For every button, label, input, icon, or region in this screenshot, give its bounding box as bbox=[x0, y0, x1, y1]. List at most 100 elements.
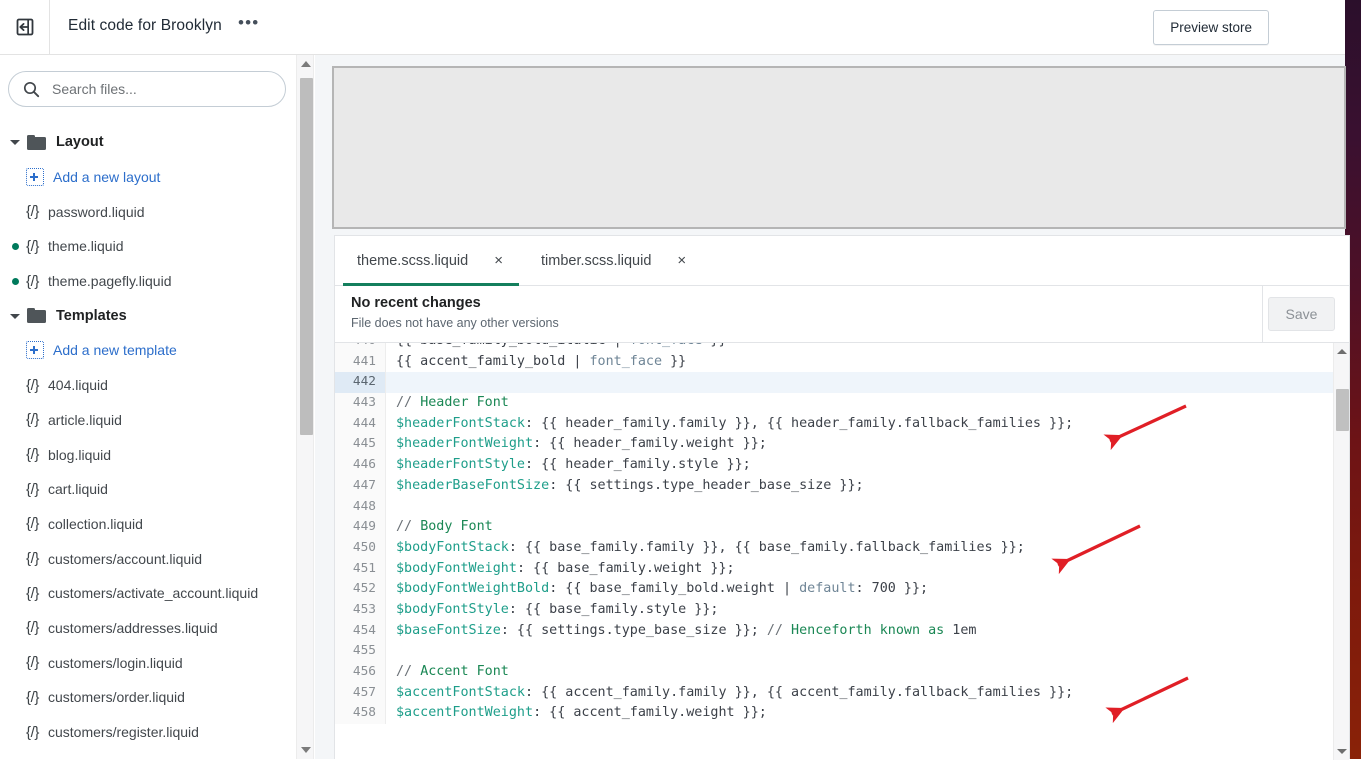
code-text: $accentFontStack: {{ accent_family.famil… bbox=[396, 684, 1074, 700]
save-divider bbox=[1262, 286, 1263, 343]
code-line[interactable]: 440{{ base_family_bold_italic | font_fac… bbox=[335, 343, 1349, 352]
folder-icon bbox=[27, 308, 46, 324]
code-line[interactable]: 453 $bodyFontStyle: {{ base_family.style … bbox=[335, 599, 1349, 621]
search-icon bbox=[23, 81, 40, 97]
save-button[interactable]: Save bbox=[1268, 297, 1335, 331]
liquid-file-icon: {/} bbox=[26, 515, 39, 533]
code-line[interactable]: 447 $headerBaseFontSize: {{ settings.type… bbox=[335, 475, 1349, 497]
liquid-file-icon: {/} bbox=[26, 203, 39, 221]
code-line[interactable]: 458 $accentFontWeight: {{ accent_family.w… bbox=[335, 703, 1349, 725]
code-line[interactable]: 443 // Header Font bbox=[335, 393, 1349, 414]
editor-scroll-down-arrow-icon[interactable] bbox=[1337, 749, 1347, 754]
more-actions-button[interactable]: ••• bbox=[238, 13, 259, 33]
code-line[interactable]: 444 $headerFontStack: {{ header_family.fa… bbox=[335, 413, 1349, 435]
file-item[interactable]: {/} customers/register.liquid bbox=[0, 715, 295, 750]
code-text: $headerFontStack: {{ header_family.famil… bbox=[396, 415, 1074, 431]
liquid-file-icon: {/} bbox=[26, 446, 39, 464]
code-text: {{ base_family_bold_italic | font_face }… bbox=[386, 343, 727, 352]
code-text: $headerFontWeight: {{ header_family.weig… bbox=[396, 436, 767, 452]
line-number: 440 bbox=[335, 343, 386, 352]
code-line[interactable]: 448 bbox=[335, 496, 1349, 518]
file-item[interactable]: {/} password.liquid bbox=[0, 194, 295, 229]
line-number: 458 bbox=[335, 703, 386, 725]
code-line[interactable]: 451 $bodyFontWeight: {{ base_family.weigh… bbox=[335, 558, 1349, 580]
line-number: 454 bbox=[335, 620, 386, 642]
code-area[interactable]: 440{{ base_family_bold_italic | font_fac… bbox=[335, 343, 1349, 760]
line-number: 457 bbox=[335, 682, 386, 704]
file-item[interactable]: {/} collection.liquid bbox=[0, 507, 295, 542]
modified-dot-icon bbox=[12, 242, 19, 250]
file-item[interactable]: {/} article.liquid bbox=[0, 403, 295, 438]
changes-title: No recent changes bbox=[351, 295, 481, 311]
liquid-file-icon: {/} bbox=[26, 376, 39, 394]
file-item[interactable]: {/} customers/order.liquid bbox=[0, 680, 295, 715]
editor-scrollbar[interactable] bbox=[1333, 343, 1349, 760]
line-number: 446 bbox=[335, 455, 386, 476]
recent-changes-bar: No recent changes File does not have any… bbox=[335, 286, 1349, 343]
file-name: customers/register.liquid bbox=[48, 724, 199, 741]
search-input[interactable] bbox=[50, 80, 250, 98]
editor-tab[interactable]: timber.scss.liquid × bbox=[519, 236, 702, 285]
main-panel: theme.scss.liquid × timber.scss.liquid × No… bbox=[315, 55, 1350, 760]
file-item[interactable]: {/} 404.liquid bbox=[0, 368, 295, 403]
code-text: $bodyFontWeight: {{ base_family.weight }… bbox=[396, 560, 735, 576]
file-item[interactable]: {/} theme.pagefly.liquid bbox=[0, 264, 295, 299]
file-item[interactable]: {/} customers/addresses.liquid bbox=[0, 611, 295, 646]
code-line[interactable]: 442 bbox=[335, 372, 1349, 394]
code-line[interactable]: 456 // Accent Font bbox=[335, 662, 1349, 683]
top-bar: Edit code for Brooklyn ••• Preview store bbox=[0, 0, 1345, 55]
file-group-layout[interactable]: Layout bbox=[0, 125, 295, 160]
code-line[interactable]: 446 $headerFontStyle: {{ header_family.st… bbox=[335, 455, 1349, 476]
file-group-templates[interactable]: Templates bbox=[0, 298, 295, 333]
search-files-field[interactable] bbox=[8, 71, 286, 107]
file-item[interactable]: {/} customers/account.liquid bbox=[0, 541, 295, 576]
editor-scrollbar-thumb[interactable] bbox=[1336, 389, 1349, 431]
close-icon[interactable]: × bbox=[494, 253, 503, 268]
code-text: $headerFontStyle: {{ header_family.style… bbox=[396, 457, 751, 473]
page-title: Edit code for Brooklyn bbox=[68, 17, 222, 34]
liquid-file-icon: {/} bbox=[26, 654, 39, 672]
editor-scroll-up-arrow-icon[interactable] bbox=[1337, 349, 1347, 354]
code-line[interactable]: 455 bbox=[335, 641, 1349, 663]
file-item[interactable]: {/} customers/login.liquid bbox=[0, 645, 295, 680]
file-item[interactable]: {/} theme.liquid bbox=[0, 229, 295, 264]
code-text: $bodyFontStyle: {{ base_family.style }}; bbox=[396, 601, 719, 617]
preview-store-button[interactable]: Preview store bbox=[1153, 10, 1269, 45]
file-name: collection.liquid bbox=[48, 515, 143, 532]
file-name: cart.liquid bbox=[48, 481, 108, 498]
line-number: 453 bbox=[335, 599, 386, 621]
add-new-label: Add a new layout bbox=[53, 169, 161, 186]
file-item[interactable]: {/} blog.liquid bbox=[0, 437, 295, 472]
code-line[interactable]: 441 {{ accent_family_bold | font_face }} bbox=[335, 351, 1349, 373]
chevron-down-icon[interactable] bbox=[8, 309, 22, 323]
code-line[interactable]: 457 $accentFontStack: {{ accent_family.fa… bbox=[335, 682, 1349, 704]
close-icon[interactable]: × bbox=[677, 253, 686, 268]
plus-icon bbox=[26, 168, 44, 187]
code-line[interactable]: 450 $bodyFontStack: {{ base_family.family… bbox=[335, 537, 1349, 559]
liquid-file-icon: {/} bbox=[26, 619, 39, 637]
file-item[interactable]: {/} customers/activate_account.liquid bbox=[0, 576, 295, 611]
file-item[interactable]: {/} cart.liquid bbox=[0, 472, 295, 507]
line-number: 445 bbox=[335, 434, 386, 456]
add-new-layout-button[interactable]: Add a new layout bbox=[0, 160, 295, 195]
code-text: // Body Font bbox=[396, 519, 493, 535]
back-button[interactable] bbox=[0, 0, 50, 54]
code-line[interactable]: 454 $baseFontSize: {{ settings.type_base_… bbox=[335, 620, 1349, 642]
code-line[interactable]: 452 $bodyFontWeightBold: {{ base_family_b… bbox=[335, 579, 1349, 600]
line-number: 455 bbox=[335, 641, 386, 663]
scroll-up-arrow-icon[interactable] bbox=[301, 61, 311, 67]
modified-dot-icon bbox=[12, 277, 19, 285]
sidebar-scrollbar[interactable] bbox=[296, 55, 314, 759]
scroll-down-arrow-icon[interactable] bbox=[301, 747, 311, 753]
file-name: theme.liquid bbox=[48, 238, 124, 255]
sidebar-scrollbar-thumb[interactable] bbox=[300, 78, 313, 435]
liquid-file-icon: {/} bbox=[26, 723, 39, 741]
code-line[interactable]: 445 $headerFontWeight: {{ header_family.w… bbox=[335, 434, 1349, 456]
line-number: 442 bbox=[335, 372, 386, 394]
chevron-down-icon[interactable] bbox=[8, 135, 22, 149]
editor-tab[interactable]: theme.scss.liquid × bbox=[335, 236, 519, 286]
code-line[interactable]: 449 // Body Font bbox=[335, 517, 1349, 538]
plus-icon bbox=[26, 341, 44, 360]
add-new-template-button[interactable]: Add a new template bbox=[0, 333, 295, 368]
file-name: password.liquid bbox=[48, 203, 145, 220]
